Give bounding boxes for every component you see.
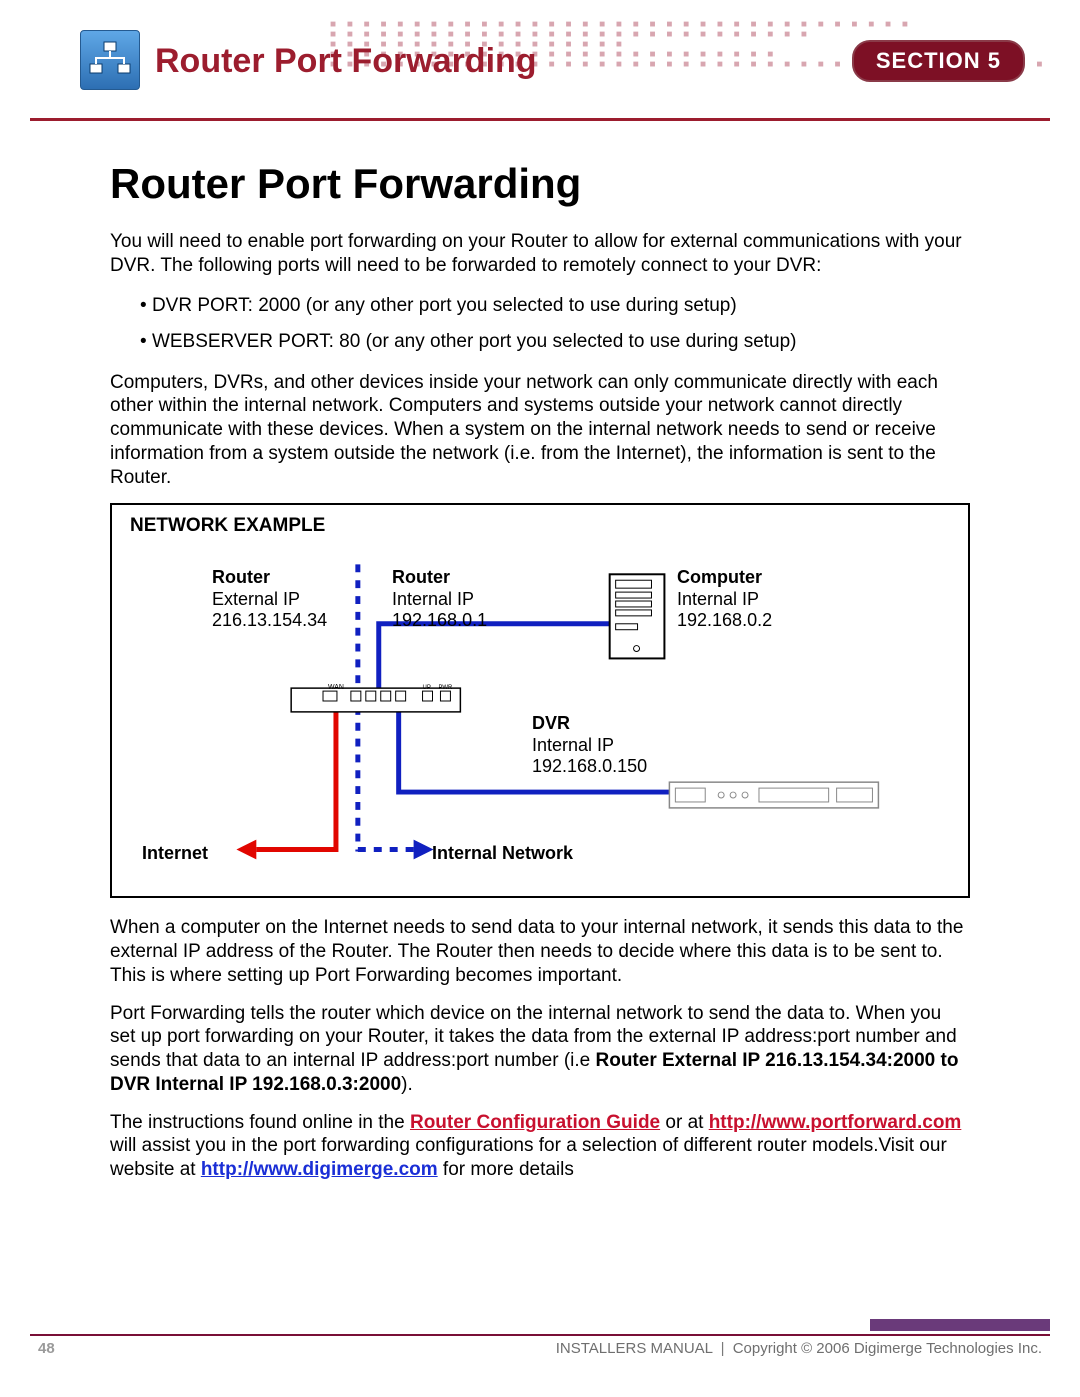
router-config-guide-link[interactable]: Router Configuration Guide — [410, 1112, 660, 1133]
intro-paragraph: You will need to enable port forwarding … — [110, 230, 970, 278]
svg-text:UP: UP — [423, 685, 431, 691]
router-external-label: Router External IP 216.13.154.34 — [212, 567, 327, 632]
links-paragraph: The instructions found online in the Rou… — [110, 1111, 970, 1182]
page-content: Router Port Forwarding You will need to … — [0, 120, 1080, 1182]
svg-text:PWR: PWR — [438, 685, 453, 691]
port-forwarding-paragraph: Port Forwarding tells the router which d… — [110, 1002, 970, 1097]
svg-text:WAN: WAN — [328, 684, 344, 691]
internal-network-label: Internal Network — [432, 843, 573, 865]
digimerge-link[interactable]: http://www.digimerge.com — [201, 1159, 438, 1180]
footer-manual: INSTALLERS MANUAL — [556, 1340, 713, 1357]
port-list: DVR PORT: 2000 (or any other port you se… — [140, 292, 970, 357]
network-diagram: NETWORK EXAMPLE WAN UP PWR — [110, 503, 970, 898]
portforward-link[interactable]: http://www.portforward.com — [709, 1112, 962, 1133]
network-icon — [80, 30, 140, 90]
router-decision-paragraph: When a computer on the Internet needs to… — [110, 916, 970, 987]
page-header: ■ ■ ■ ■ ■ ■ ■ ■ ■ ■ ■ ■ ■ ■ ■ ■ ■ ■ ■ ■ … — [0, 0, 1080, 120]
diagram-svg: WAN UP PWR — [112, 505, 968, 896]
header-title: Router Port Forwarding — [155, 42, 537, 81]
network-explain-paragraph: Computers, DVRs, and other devices insid… — [110, 371, 970, 490]
page-number: 48 — [30, 1340, 55, 1357]
router-internal-label: Router Internal IP 192.168.0.1 — [392, 567, 487, 632]
dvr-label: DVR Internal IP 192.168.0.150 — [532, 713, 647, 778]
bullet-dvr-port: DVR PORT: 2000 (or any other port you se… — [140, 292, 970, 321]
footer-accent — [870, 1319, 1050, 1331]
footer-copyright: Copyright © 2006 Digimerge Technologies … — [733, 1340, 1042, 1357]
section-pill: SECTION 5 — [852, 40, 1025, 82]
page-footer: 48 INSTALLERS MANUAL | Copyright © 2006 … — [30, 1334, 1050, 1357]
header-underline — [30, 118, 1050, 121]
internet-label: Internet — [142, 843, 208, 865]
computer-label: Computer Internal IP 192.168.0.2 — [677, 567, 772, 632]
page-title: Router Port Forwarding — [110, 160, 970, 208]
bullet-webserver-port: WEBSERVER PORT: 80 (or any other port yo… — [140, 328, 970, 357]
